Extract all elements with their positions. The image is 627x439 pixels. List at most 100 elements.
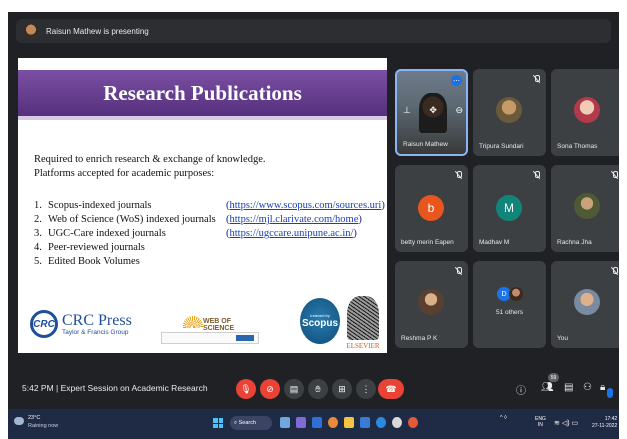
slide-title: Research Publications <box>103 80 302 105</box>
store-icon[interactable] <box>360 417 370 428</box>
notification-dot <box>607 388 613 398</box>
crc-logo-name: CRC Press <box>62 311 132 329</box>
link-text[interactable]: https://ugccare.unipune.ac.in/ <box>230 228 354 239</box>
mic-off-icon <box>532 171 540 179</box>
wos-search-button <box>236 335 254 341</box>
wos-search-bar <box>161 332 259 344</box>
remove-icon[interactable]: ⊖ <box>455 105 463 116</box>
app-icon[interactable] <box>408 417 418 428</box>
participant-avatar <box>574 97 600 123</box>
pin-icon[interactable]: ⊥ <box>403 105 411 116</box>
mic-off-icon <box>610 171 618 179</box>
presenter-avatar <box>24 24 38 38</box>
volume-icon: ◁) <box>561 420 570 427</box>
wifi-icon: ≋ <box>554 420 560 427</box>
weather-temperature[interactable]: 23°C <box>28 415 40 421</box>
participant-name: Raisun Mathew <box>403 141 448 148</box>
web-of-science-logo: WEB OF SCIENCE <box>161 316 259 346</box>
list-item-link[interactable]: (https://ugccare.unipune.ac.in/) <box>226 228 357 239</box>
link-text[interactable]: https://www.scopus.com/sources.uri <box>230 200 382 211</box>
list-item-label: Peer-reviewed journals <box>48 242 145 253</box>
scopus-logo: Indexed by Scopus <box>300 298 340 344</box>
participant-name: Sona Thomas <box>557 143 598 150</box>
slide-intro-line-1: Required to enrich research & exchange o… <box>34 154 266 165</box>
crc-logo-subtitle: Taylor & Francis Group <box>62 328 129 336</box>
participant-tile-betty-merin-eapen[interactable]: b betty merin Eapen <box>395 165 468 252</box>
elsevier-text: ELSEVIER <box>346 342 380 350</box>
list-item-link[interactable]: (https://www.scopus.com/sources.uri) <box>226 200 385 211</box>
slide-title-underline <box>18 116 387 120</box>
participant-name: Madhav M <box>479 239 510 246</box>
tray-overflow-icon[interactable]: ^ ◊ <box>500 415 507 421</box>
language-region: IN <box>537 422 543 428</box>
mic-toggle-button[interactable]: 🎙︎ <box>236 379 256 399</box>
present-button[interactable]: ⊞ <box>332 379 352 399</box>
list-item-number: 5. <box>34 256 42 267</box>
participant-name: Tripura Sundari <box>479 143 524 150</box>
crc-press-logo: CRC CRC Press Taylor & Francis Group <box>30 310 132 338</box>
participant-tile-madhav-m[interactable]: M Madhav M <box>473 165 546 252</box>
elsevier-tree-icon <box>347 296 379 340</box>
clock-date: 27-11-2022 <box>592 423 618 429</box>
link-text[interactable]: https://mjl.clarivate.com/home <box>230 214 359 225</box>
participant-avatar: M <box>496 195 522 221</box>
people-button[interactable]: 👥︎ <box>541 382 554 393</box>
weather-description[interactable]: Raining now <box>28 423 58 429</box>
camera-off-icon: ⊘ <box>266 383 274 394</box>
elsevier-logo: ELSEVIER <box>344 296 382 352</box>
list-item-number: 1. <box>34 200 42 211</box>
slide-intro-line-2: Platforms accepted for academic purposes… <box>34 168 215 179</box>
windows-start-icon[interactable] <box>213 418 223 428</box>
captions-button[interactable]: ▤ <box>284 379 304 399</box>
chrome-icon[interactable] <box>328 417 338 428</box>
participant-tile-reshma-p-k[interactable]: Reshma P K <box>395 261 468 348</box>
meeting-controls-bar: 5:42 PM | Expert Session on Academic Res… <box>8 372 619 406</box>
participant-avatar <box>574 193 600 219</box>
weather-icon[interactable] <box>14 417 24 425</box>
list-item-label: UGC-Care indexed journals <box>48 228 166 239</box>
activities-button[interactable]: ⚇ <box>583 382 592 393</box>
participant-avatar <box>574 289 600 315</box>
shared-screen-slide: Research Publications Required to enrich… <box>18 58 387 353</box>
participant-tile-rachna-jha[interactable]: Rachna Jha <box>551 165 619 252</box>
participant-tile-you[interactable]: You <box>551 261 619 348</box>
meeting-separator: | <box>56 383 59 393</box>
more-options-icon[interactable]: ⋯ <box>451 75 462 86</box>
raise-hand-button[interactable]: ✋︎ <box>308 379 328 399</box>
task-view-icon[interactable] <box>280 417 290 428</box>
system-clock[interactable]: 17:42 27-11-2022 <box>592 416 617 430</box>
app-icon[interactable] <box>312 417 322 428</box>
host-controls-button[interactable]: 🔒︎ <box>600 382 605 393</box>
participant-tile-raisun-mathew[interactable]: ⋯ ⊥ ✥ ⊖ Raisun Mathew <box>395 69 468 156</box>
people-icon: 👥︎ <box>541 382 554 393</box>
file-explorer-icon[interactable] <box>344 417 354 428</box>
list-item-number: 2. <box>34 214 42 225</box>
taskbar-search[interactable]: ⌕ Search <box>230 416 272 430</box>
chat-icon: ▤ <box>564 382 574 393</box>
edge-icon[interactable] <box>376 417 386 428</box>
more-vertical-icon: ⋮ <box>361 383 371 394</box>
participant-tile-tripura-sundari[interactable]: Tripura Sundari <box>473 69 546 156</box>
more-options-button[interactable]: ⋮ <box>356 379 376 399</box>
list-item-number: 3. <box>34 228 42 239</box>
fullscreen-icon[interactable]: ✥ <box>429 105 437 116</box>
slide-title-banner: Research Publications <box>18 70 387 116</box>
camera-toggle-button[interactable]: ⊘ <box>260 379 280 399</box>
language-indicator[interactable]: ENG IN <box>535 416 546 428</box>
chat-button[interactable]: ▤ <box>564 382 573 393</box>
meeting-title: Expert Session on Academic Research <box>60 383 208 393</box>
system-tray-icons[interactable]: ≋ ◁) ▭ <box>554 419 578 427</box>
leave-call-button[interactable]: ☎︎ <box>378 379 404 399</box>
list-item-label: Edited Book Volumes <box>48 256 140 267</box>
participant-tile-sona-thomas[interactable]: Sona Thomas <box>551 69 619 156</box>
mic-off-icon <box>532 75 540 83</box>
participant-tile-others[interactable]: D 51 others <box>473 261 546 348</box>
settings-icon[interactable] <box>392 417 402 428</box>
participant-avatar <box>418 289 444 315</box>
list-item-label: Web of Science (WoS) indexed journals <box>48 214 216 225</box>
meeting-details-button[interactable]: ⓘ <box>516 382 526 397</box>
participant-name: betty merin Eapen <box>401 239 454 246</box>
teams-chat-icon[interactable] <box>296 417 306 428</box>
present-icon: ⊞ <box>338 383 346 394</box>
list-item-link[interactable]: (https://mjl.clarivate.com/home) <box>226 214 362 225</box>
